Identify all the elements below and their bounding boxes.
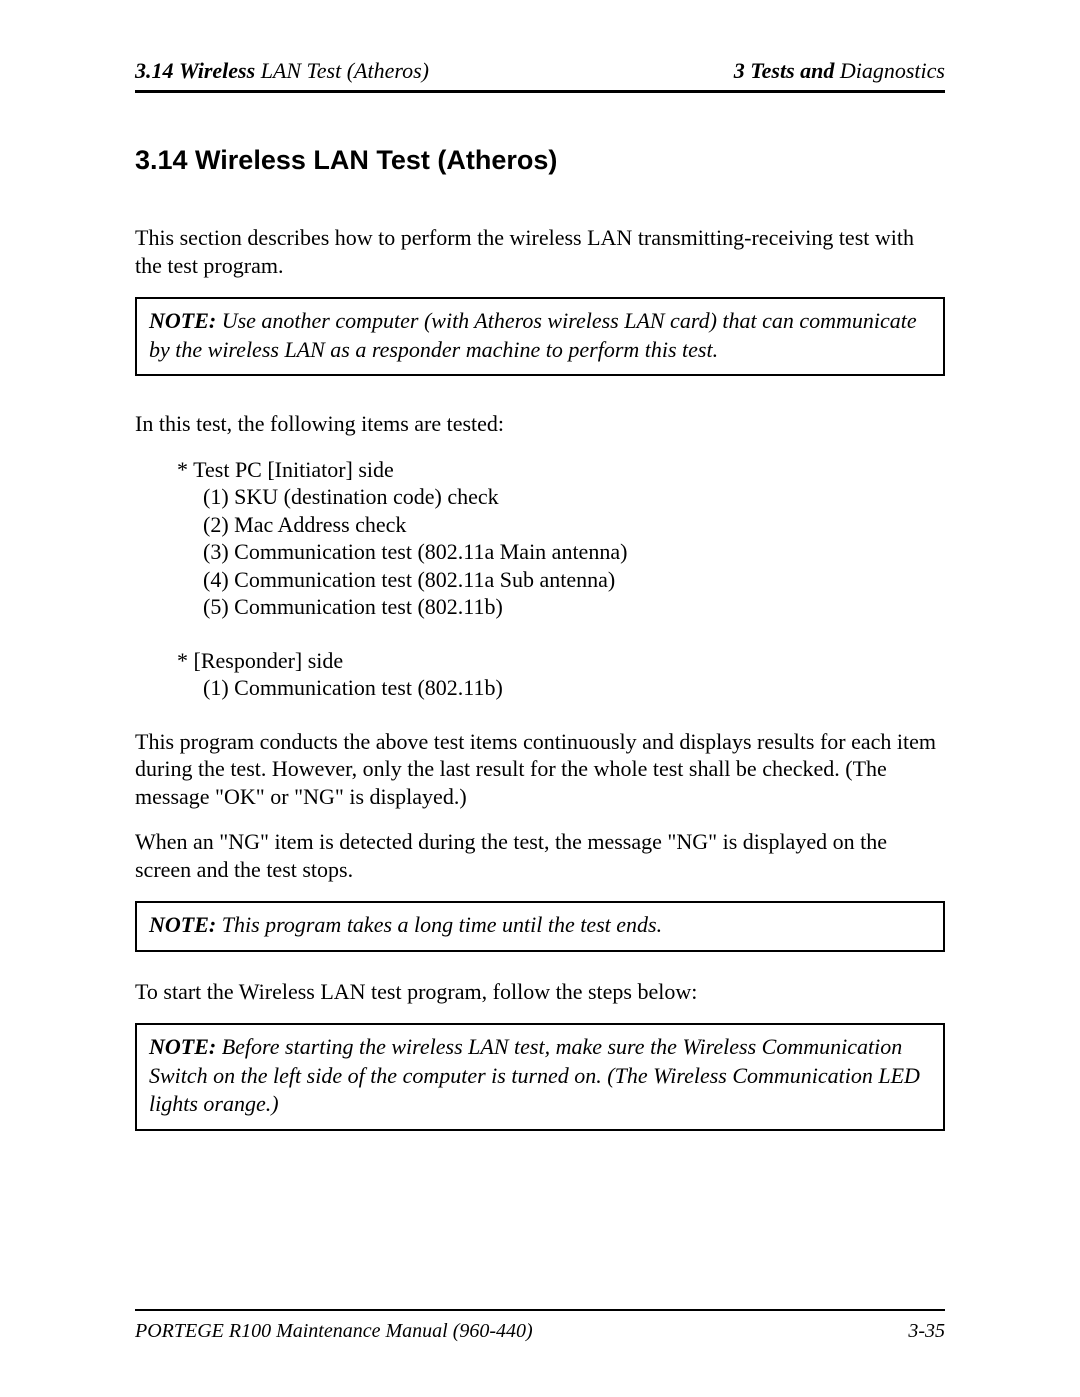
note-label: NOTE: xyxy=(149,308,216,333)
list-item: (5) Communication test (802.11b) xyxy=(203,593,945,621)
ng-paragraph: When an "NG" item is detected during the… xyxy=(135,828,945,883)
header-rule xyxy=(135,90,945,93)
tested-items-intro: In this test, the following items are te… xyxy=(135,410,945,438)
header-left-rest: LAN Test (Atheros) xyxy=(255,58,429,83)
list-item: (3) Communication test (802.11a Main ant… xyxy=(203,538,945,566)
header-tests: Tests and xyxy=(750,58,834,83)
header-chapter-num: 3 xyxy=(734,58,751,83)
note-label: NOTE: xyxy=(149,1034,216,1059)
list-item: (1) SKU (destination code) check xyxy=(203,483,945,511)
list-item: (1) Communication test (802.11b) xyxy=(203,674,945,702)
results-paragraph: This program conducts the above test ite… xyxy=(135,728,945,811)
footer-rule xyxy=(135,1309,945,1311)
note-box-2: NOTE: This program takes a long time unt… xyxy=(135,901,945,952)
note-text: This program takes a long time until the… xyxy=(216,912,662,937)
note-label: NOTE: xyxy=(149,912,216,937)
header-diagnostics: Diagnostics xyxy=(834,58,945,83)
initiator-list: * Test PC [Initiator] side (1) SKU (dest… xyxy=(177,456,945,621)
note-box-1: NOTE: Use another computer (with Atheros… xyxy=(135,297,945,376)
running-header: 3.14 Wireless LAN Test (Atheros) 3 Tests… xyxy=(135,58,945,88)
note-text: Before starting the wireless LAN test, m… xyxy=(149,1034,920,1116)
responder-header: * [Responder] side xyxy=(177,647,945,675)
header-section-number: 3.14 xyxy=(135,58,174,83)
start-steps-paragraph: To start the Wireless LAN test program, … xyxy=(135,978,945,1006)
page: 3.14 Wireless LAN Test (Atheros) 3 Tests… xyxy=(0,0,1080,1397)
header-left: 3.14 Wireless LAN Test (Atheros) xyxy=(135,58,429,84)
header-wireless: Wireless xyxy=(179,58,255,83)
list-item: (2) Mac Address check xyxy=(203,511,945,539)
running-footer: PORTEGE R100 Maintenance Manual (960-440… xyxy=(135,1320,945,1343)
note-text: Use another computer (with Atheros wirel… xyxy=(149,308,917,362)
list-item: (4) Communication test (802.11a Sub ante… xyxy=(203,566,945,594)
section-heading: 3.14 Wireless LAN Test (Atheros) xyxy=(135,145,945,176)
responder-list: * [Responder] side (1) Communication tes… xyxy=(177,647,945,702)
intro-paragraph: This section describes how to perform th… xyxy=(135,224,945,279)
initiator-header: * Test PC [Initiator] side xyxy=(177,456,945,484)
footer-manual-title: PORTEGE R100 Maintenance Manual (960-440… xyxy=(135,1320,533,1343)
footer-page-number: 3-35 xyxy=(908,1320,945,1343)
note-box-3: NOTE: Before starting the wireless LAN t… xyxy=(135,1023,945,1131)
header-right: 3 Tests and Diagnostics xyxy=(734,58,945,84)
